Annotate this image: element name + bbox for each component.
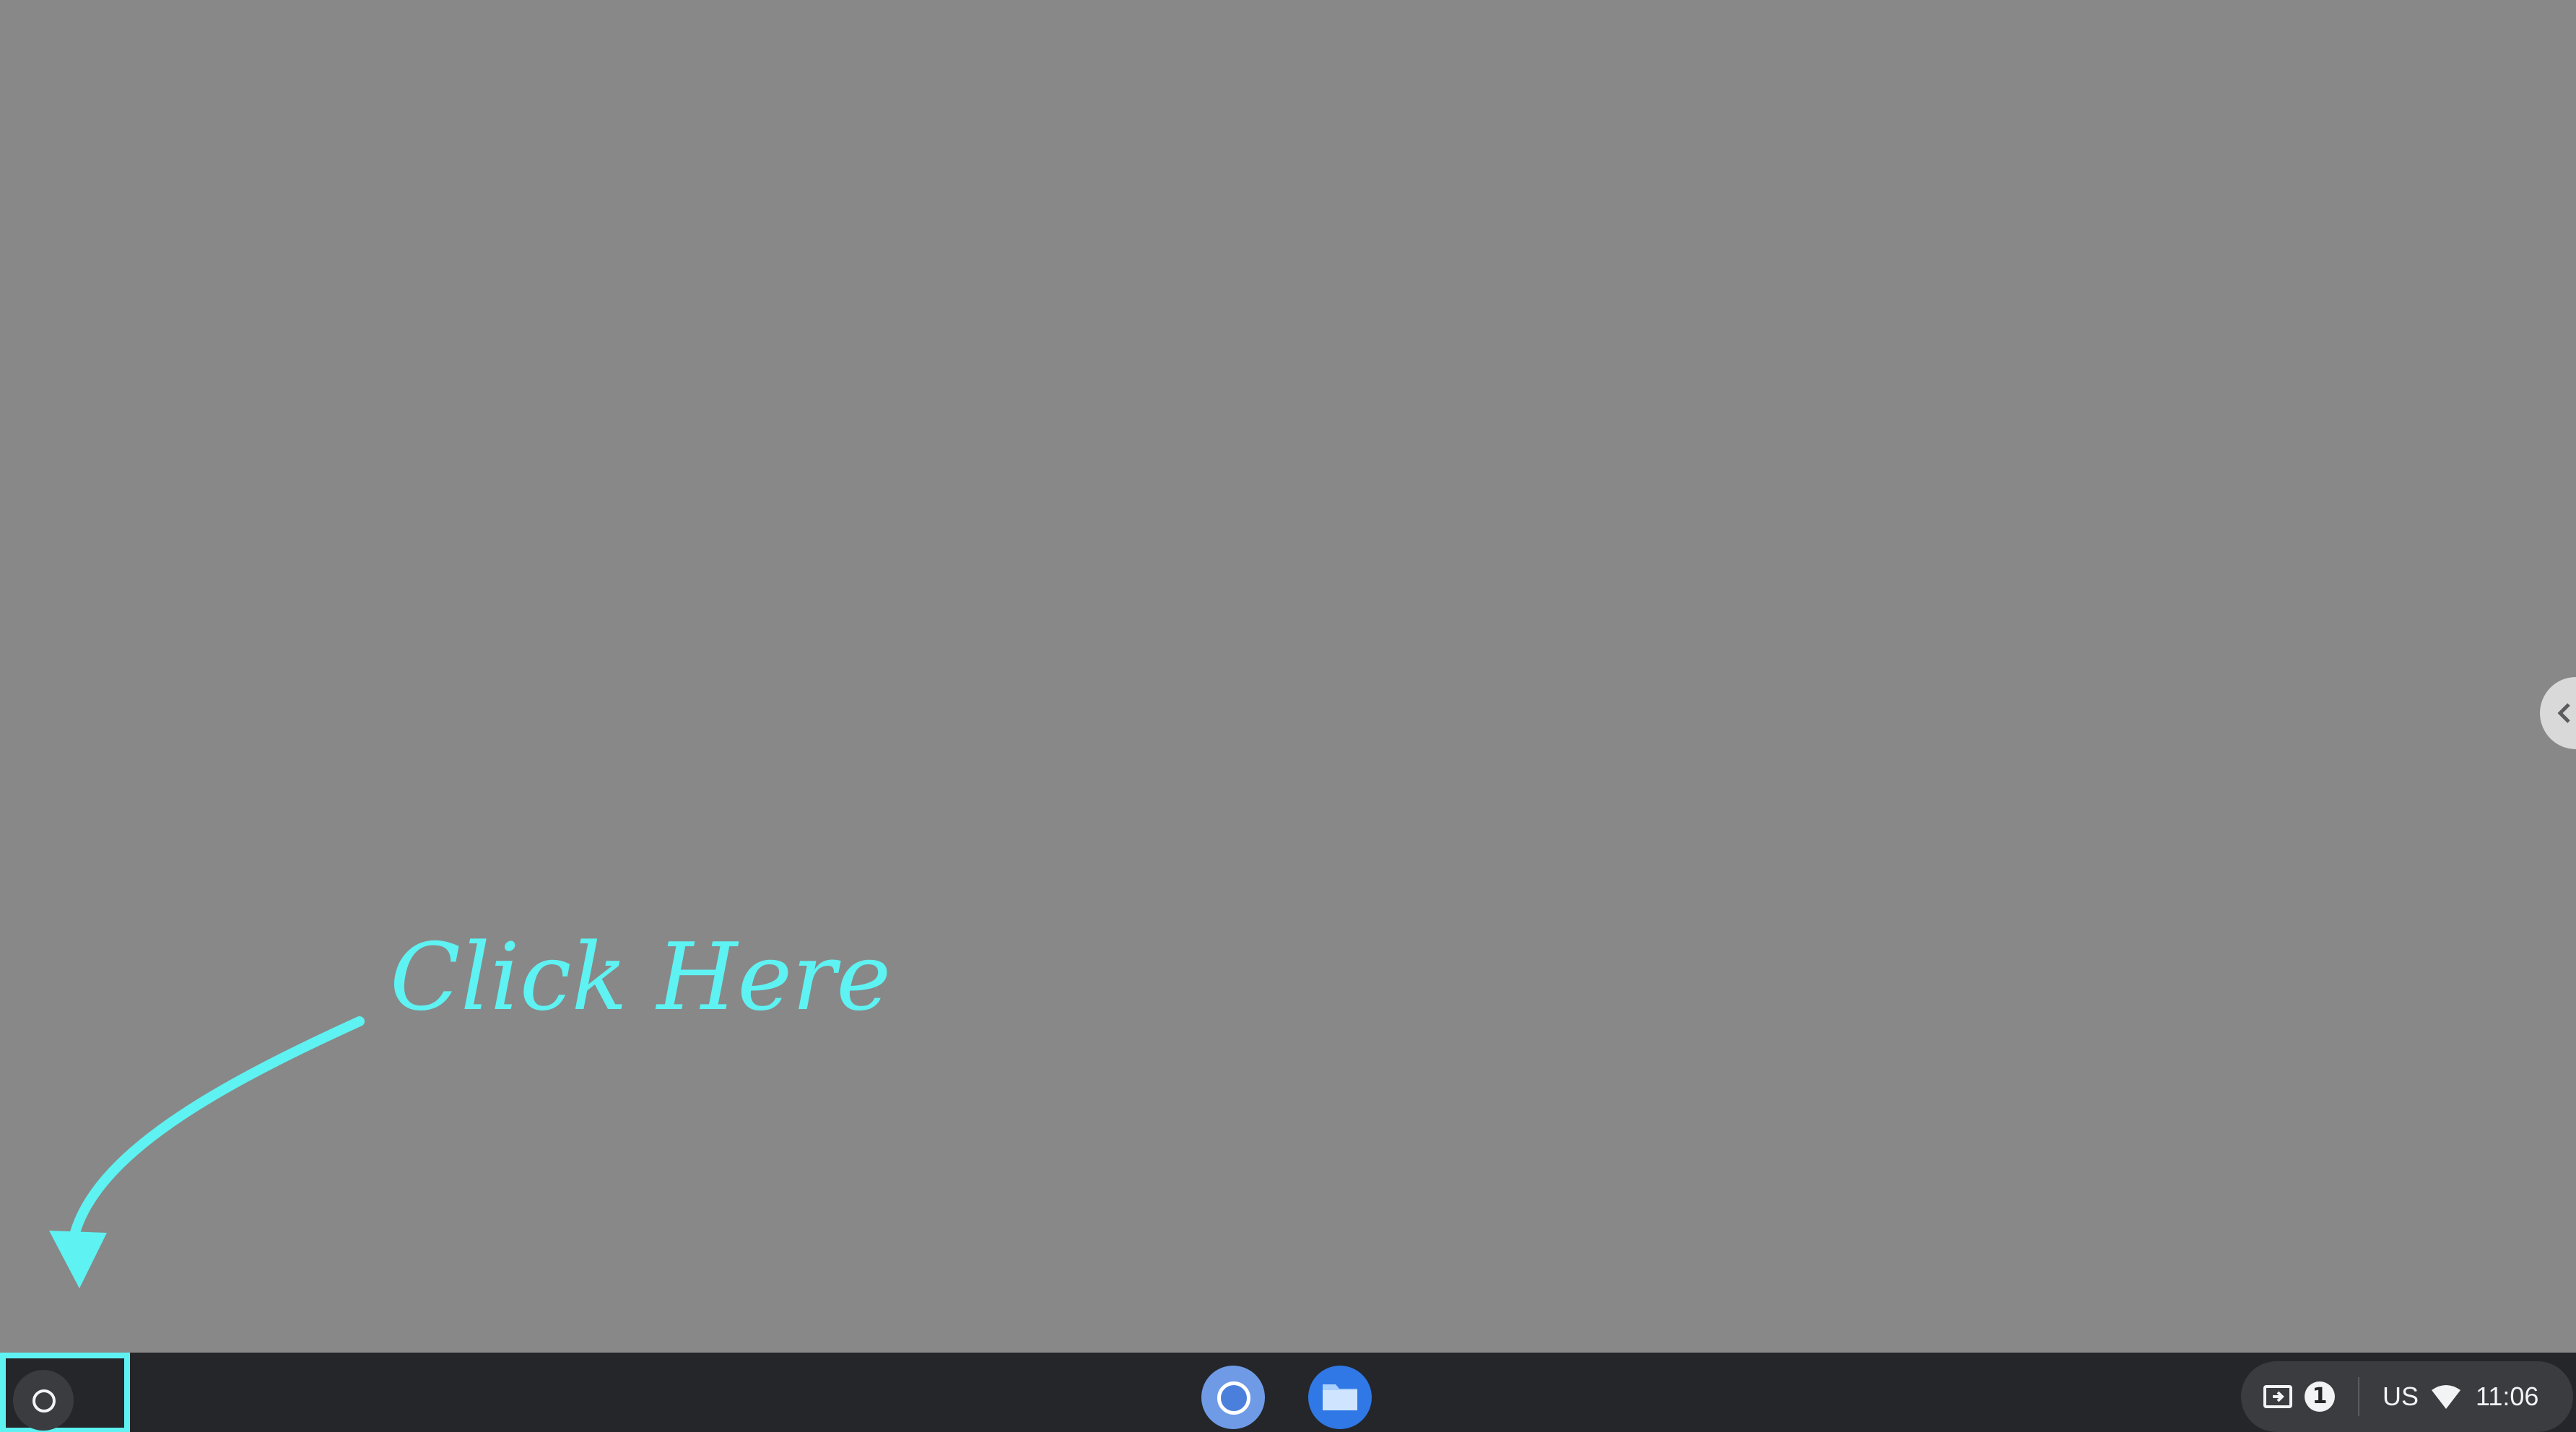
chevron-left-icon — [2557, 703, 2570, 723]
wifi-icon[interactable] — [2430, 1384, 2462, 1410]
annotation-label: Click Here — [390, 924, 892, 1031]
chrome-app-button[interactable] — [1201, 1366, 1265, 1429]
desktop-wallpaper — [0, 0, 2576, 1353]
notification-badge[interactable]: 1 — [2305, 1381, 2335, 1412]
launcher-circle-icon — [32, 1389, 56, 1413]
screen-share-icon[interactable] — [2263, 1384, 2293, 1409]
keyboard-layout-label[interactable]: US — [2383, 1380, 2419, 1413]
tray-divider — [2358, 1377, 2359, 1416]
folder-icon — [1323, 1384, 1357, 1410]
status-tray[interactable]: 1 US 11:06 — [2241, 1361, 2573, 1432]
files-app-button[interactable] — [1308, 1366, 1372, 1429]
clock-time[interactable]: 11:06 — [2476, 1380, 2538, 1413]
side-panel-handle[interactable] — [2540, 677, 2576, 749]
shelf — [0, 1353, 2576, 1432]
launcher-button[interactable] — [13, 1370, 74, 1431]
launcher-highlight-box — [0, 1353, 130, 1432]
chrome-icon — [1217, 1381, 1250, 1415]
